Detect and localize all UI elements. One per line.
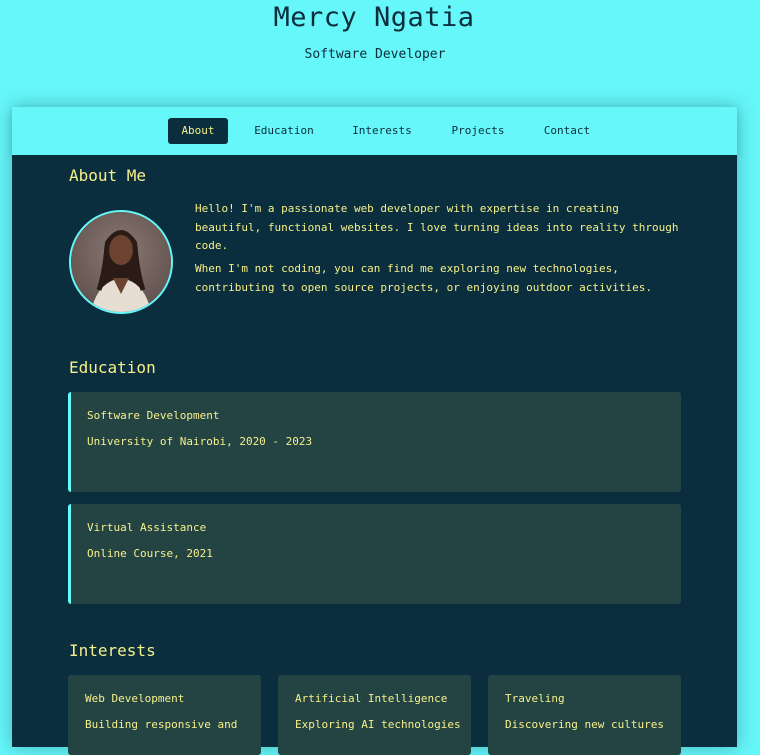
interest-description: Building responsive and [85,718,238,731]
interest-card: Traveling Discovering new cultures [488,675,681,755]
main-panel: About Education Interests Projects Conta… [12,107,737,755]
nav-projects[interactable]: Projects [444,118,512,144]
interest-description: Exploring AI technologies [295,718,461,731]
interest-name: Artificial Intelligence [295,692,448,705]
nav-contact[interactable]: Contact [534,118,600,144]
site-subtitle: Software Developer [304,47,446,62]
nav-about[interactable]: About [168,118,228,144]
profile-photo-icon [71,212,171,312]
interest-description: Discovering new cultures [505,718,664,731]
about-paragraph-1: Hello! I'm a passionate web developer wi… [195,202,679,252]
avatar [69,210,173,314]
education-name: Software Development [87,409,220,422]
interest-card: Web Development Building responsive and [68,675,261,755]
about-title: About Me [69,166,147,185]
education-detail: Online Course, 2021 [87,547,213,560]
education-card: Virtual Assistance Online Course, 2021 [68,504,681,604]
interest-name: Traveling [505,692,565,705]
about-paragraph-2: When I'm not coding, you can find me exp… [195,262,652,294]
nav-education[interactable]: Education [248,118,320,144]
education-name: Virtual Assistance [87,521,207,534]
education-title: Education [69,358,156,377]
education-detail: University of Nairobi, 2020 - 2023 [87,435,313,448]
interests-title: Interests [69,641,156,660]
nav-interests[interactable]: Interests [346,118,418,144]
interest-name: Web Development [85,692,185,705]
navbar: About Education Interests Projects Conta… [12,107,737,155]
education-card: Software Development University of Nairo… [68,392,681,492]
interest-card: Artificial Intelligence Exploring AI tec… [278,675,471,755]
site-title: Mercy Ngatia [273,2,475,33]
